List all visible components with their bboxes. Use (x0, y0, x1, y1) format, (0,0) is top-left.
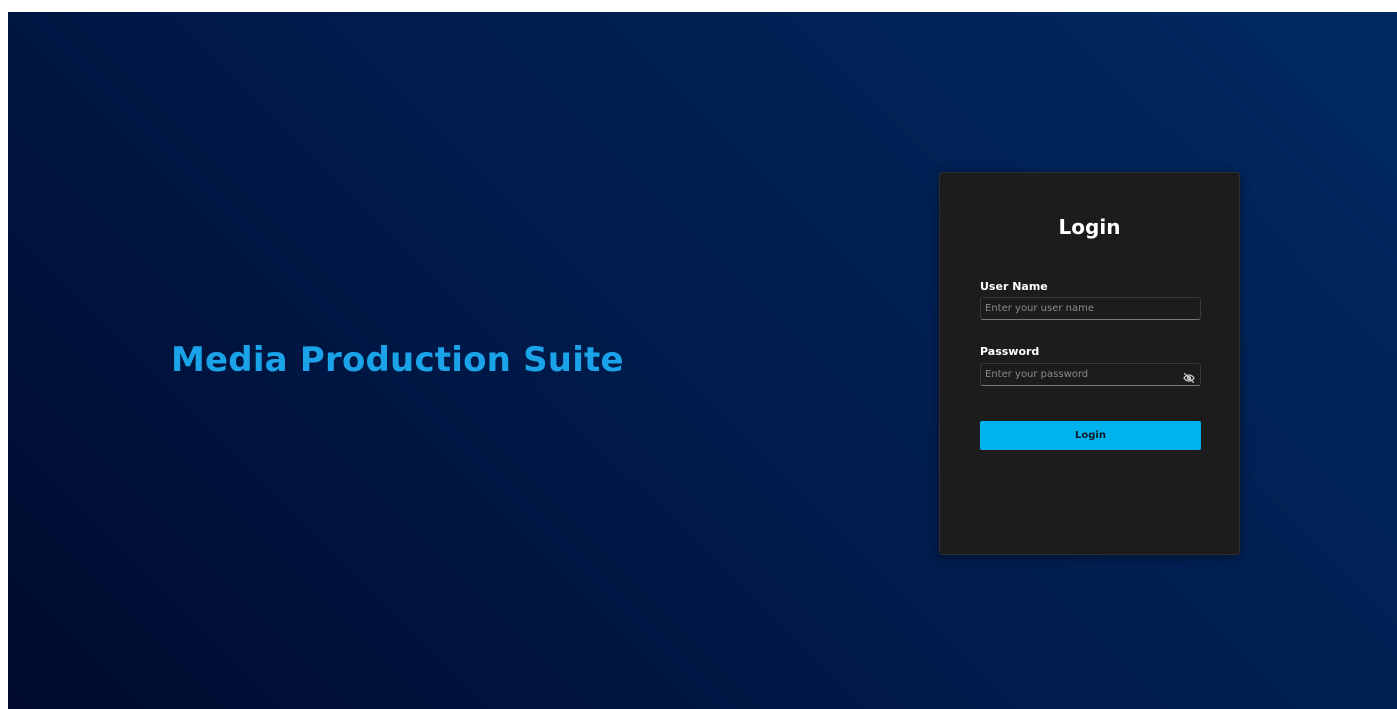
username-input[interactable] (981, 298, 1200, 319)
login-card-title: Login (1058, 215, 1121, 239)
password-label: Password (980, 345, 1040, 358)
username-label: User Name (980, 280, 1048, 293)
username-field-wrapper (980, 297, 1201, 320)
login-card: Login User Name Password Login (939, 172, 1240, 555)
login-page-background: Media Production Suite Login User Name P… (8, 12, 1397, 709)
password-input[interactable] (981, 364, 1200, 385)
app-brand-title: Media Production Suite (171, 340, 624, 380)
password-field-wrapper (980, 363, 1201, 386)
eye-off-icon[interactable] (1183, 369, 1195, 384)
login-button[interactable]: Login (980, 421, 1201, 450)
